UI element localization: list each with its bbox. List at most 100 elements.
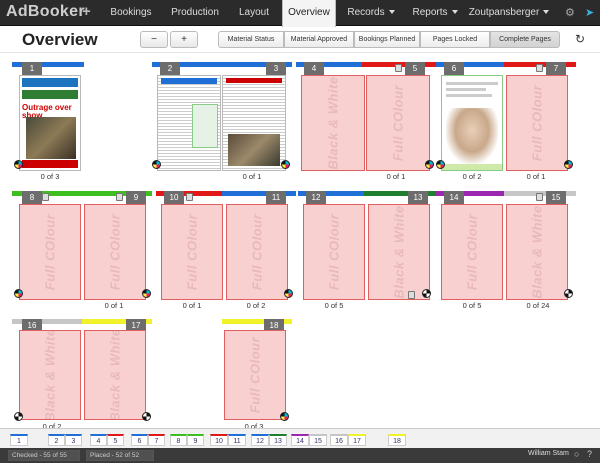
filter-pages-locked[interactable]: Pages Locked	[420, 31, 490, 48]
colour-registration-icon	[14, 289, 23, 298]
page-colour-label: Black & White	[529, 205, 545, 299]
nav-production[interactable]: Production	[164, 0, 226, 26]
spread-6-7: 6 7 Full COlour 0 of 2 0 of 1	[436, 62, 578, 182]
lock-icon[interactable]	[536, 64, 543, 72]
page-number: 6	[444, 62, 464, 75]
cover-footer-strip	[22, 160, 78, 168]
black-registration-icon	[14, 412, 23, 421]
page-11[interactable]: Full COlour	[226, 204, 288, 300]
nav-overview[interactable]: Overview	[282, 0, 336, 27]
filter-bookings-planned[interactable]: Bookings Planned	[354, 31, 420, 48]
placed-status: Placed - 52 of 52	[86, 450, 154, 461]
thumb-3[interactable]: 3	[65, 434, 82, 446]
checked-status: Checked - 55 of 55	[8, 450, 80, 461]
nav-bookings[interactable]: Bookings	[98, 0, 164, 26]
nav-reports-label: Reports	[412, 7, 448, 18]
page-2[interactable]	[157, 75, 221, 171]
page-18[interactable]: Full COlour	[224, 330, 286, 420]
lock-icon[interactable]	[42, 193, 49, 201]
page-10[interactable]: Full COlour	[161, 204, 223, 300]
user-name[interactable]: William Stam	[528, 450, 569, 457]
booking-count: 0 of 24	[526, 301, 550, 310]
lock-icon[interactable]	[186, 193, 193, 201]
help-icon[interactable]: ?	[587, 449, 592, 459]
colour-registration-icon	[425, 160, 434, 169]
booking-count: 0 of 5	[324, 301, 344, 310]
page-9[interactable]: Full COlour	[84, 204, 146, 300]
zoom-out-button[interactable]: −	[140, 31, 168, 48]
page-1[interactable]: Outrage over show	[19, 75, 81, 171]
add-icon[interactable]: +	[82, 3, 91, 20]
booking-count: 0 of 1	[386, 172, 406, 181]
page-4[interactable]: Black & White	[301, 75, 365, 171]
thumb-16[interactable]: 16	[330, 434, 348, 446]
filter-material-approved[interactable]: Material Approved	[284, 31, 354, 48]
nav-records[interactable]: Records	[340, 0, 402, 26]
page-colour-label: Full COlour	[249, 213, 265, 291]
zoom-in-button[interactable]: +	[170, 31, 198, 48]
page-14[interactable]: Full COlour	[441, 204, 503, 300]
page-title: Overview	[22, 30, 98, 49]
page-13[interactable]: Black & White	[368, 204, 430, 300]
colour-registration-icon	[284, 289, 293, 298]
thumb-11[interactable]: 11	[228, 434, 246, 446]
page-number: 5	[405, 62, 425, 75]
spread-16-17: 16 17 Black & White Black & White 0 of 2	[12, 319, 152, 431]
nav-reports[interactable]: Reports	[404, 0, 466, 26]
thumb-2[interactable]: 2	[48, 434, 65, 446]
page-17[interactable]: Black & White	[84, 330, 146, 420]
page-number: 8	[22, 191, 42, 204]
filter-material-status[interactable]: Material Status	[218, 31, 284, 48]
nav-layout[interactable]: Layout	[226, 0, 282, 26]
nav-publication[interactable]: Zoutpansberger	[468, 0, 550, 26]
thumb-6[interactable]: 6	[131, 434, 148, 446]
lock-icon[interactable]	[116, 193, 123, 201]
advert-block	[192, 104, 218, 148]
chat-icon[interactable]: ○	[574, 449, 579, 459]
logout-icon[interactable]: ➤	[585, 6, 594, 19]
booking-count: 0 of 1	[242, 172, 262, 181]
page-5[interactable]: Full COlour	[366, 75, 430, 171]
zoom-in-icon: +	[181, 34, 187, 45]
page-3[interactable]	[222, 75, 286, 171]
chevron-down-icon	[543, 10, 550, 15]
colour-registration-icon	[564, 160, 573, 169]
spread-18: 18 Full COlour 0 of 3	[222, 319, 294, 431]
thumb-17[interactable]: 17	[348, 434, 366, 446]
thumb-8[interactable]: 8	[170, 434, 187, 446]
thumb-10[interactable]: 10	[210, 434, 228, 446]
page-7[interactable]: Full COlour	[506, 75, 568, 171]
page-16[interactable]: Black & White	[19, 330, 81, 420]
thumb-4[interactable]: 4	[90, 434, 107, 446]
app-logo[interactable]: AdBooker	[6, 3, 85, 21]
page-colour-label: Full COlour	[42, 213, 58, 291]
colour-registration-icon	[142, 289, 151, 298]
thumb-13[interactable]: 13	[269, 434, 287, 446]
settings-icon[interactable]: ⚙	[565, 6, 575, 19]
thumb-1[interactable]: 1	[10, 434, 28, 446]
filter-complete-pages[interactable]: Complete Pages	[490, 31, 560, 48]
thumb-12[interactable]: 12	[251, 434, 269, 446]
article-heading	[226, 78, 282, 83]
advert-text-line	[446, 82, 498, 85]
page-15[interactable]: Black & White	[506, 204, 568, 300]
masthead	[22, 78, 78, 87]
page-colour-label: Black & White	[325, 76, 341, 170]
page-colour-label: Black & White	[42, 330, 58, 420]
thumb-14[interactable]: 14	[291, 434, 309, 446]
lock-icon[interactable]	[536, 193, 543, 201]
colour-registration-icon	[436, 160, 445, 169]
lock-icon[interactable]	[408, 291, 415, 299]
thumb-7[interactable]: 7	[148, 434, 165, 446]
refresh-icon[interactable]: ↻	[575, 32, 585, 46]
lock-icon[interactable]	[395, 64, 402, 72]
status-bar: Checked - 55 of 55 Placed - 52 of 52 Wil…	[0, 448, 600, 463]
thumb-5[interactable]: 5	[107, 434, 124, 446]
page-number: 4	[304, 62, 324, 75]
page-8[interactable]: Full COlour	[19, 204, 81, 300]
thumb-9[interactable]: 9	[187, 434, 204, 446]
thumb-18[interactable]: 18	[388, 434, 406, 446]
page-12[interactable]: Full COlour	[303, 204, 365, 300]
page-6[interactable]	[441, 75, 503, 171]
thumb-15[interactable]: 15	[309, 434, 327, 446]
